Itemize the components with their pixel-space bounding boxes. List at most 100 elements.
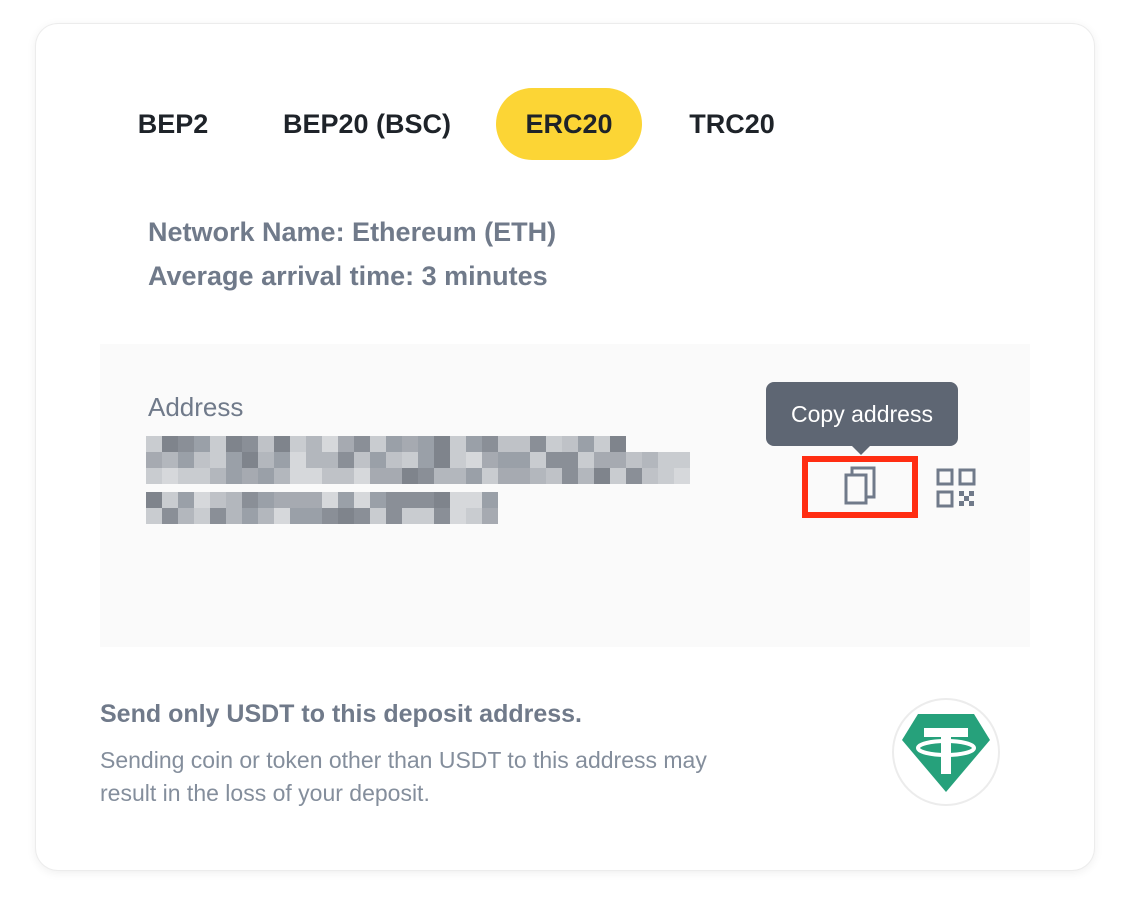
address-pixel <box>658 468 674 484</box>
address-pixel <box>386 452 402 468</box>
copy-address-button[interactable] <box>802 456 918 518</box>
address-pixel <box>194 452 210 468</box>
address-pixel <box>306 508 322 524</box>
address-pixel <box>194 436 210 452</box>
address-pixel <box>626 452 642 468</box>
address-pixel <box>178 452 194 468</box>
address-pixel <box>370 492 386 508</box>
address-pixel <box>562 452 578 468</box>
address-pixel <box>434 468 450 484</box>
address-pixel <box>498 468 514 484</box>
address-pixel <box>514 452 530 468</box>
address-pixel <box>242 468 258 484</box>
address-pixel <box>242 508 258 524</box>
address-pixel <box>370 436 386 452</box>
address-pixel <box>290 492 306 508</box>
address-pixel <box>226 508 242 524</box>
tab-trc20[interactable]: TRC20 <box>670 88 794 160</box>
address-pixel <box>370 508 386 524</box>
address-pixel <box>146 436 162 452</box>
address-pixel <box>306 452 322 468</box>
address-pixel <box>482 436 498 452</box>
address-pixel <box>178 492 194 508</box>
address-pixel <box>226 492 242 508</box>
address-pixel <box>562 436 578 452</box>
address-pixel <box>418 468 434 484</box>
address-pixel <box>354 452 370 468</box>
deposit-card: BEP2 BEP20 (BSC) ERC20 TRC20 Network Nam… <box>36 24 1094 870</box>
address-pixel <box>338 492 354 508</box>
address-pixel <box>370 468 386 484</box>
network-info: Network Name: Ethereum (ETH) Average arr… <box>148 210 556 298</box>
address-pixel <box>434 452 450 468</box>
address-pixel <box>434 492 450 508</box>
address-pixel <box>610 452 626 468</box>
address-pixel <box>210 468 226 484</box>
address-pixel <box>466 508 482 524</box>
address-pixel <box>178 508 194 524</box>
address-pixel <box>226 452 242 468</box>
address-pixel <box>322 436 338 452</box>
address-pixel <box>466 492 482 508</box>
address-pixel <box>642 452 658 468</box>
address-pixel <box>578 452 594 468</box>
warning-text: Sending coin or token other than USDT to… <box>100 747 707 806</box>
tab-bep20-bsc[interactable]: BEP20 (BSC) <box>268 88 466 160</box>
copy-address-tooltip: Copy address <box>766 382 958 455</box>
tab-erc20[interactable]: ERC20 <box>496 88 642 160</box>
address-pixel <box>578 436 594 452</box>
address-pixel <box>210 508 226 524</box>
address-pixel <box>354 508 370 524</box>
address-pixel <box>402 492 418 508</box>
address-pixel <box>402 436 418 452</box>
address-pixel <box>226 436 242 452</box>
address-pixel <box>594 436 610 452</box>
address-pixel <box>514 436 530 452</box>
arrival-time: Average arrival time: 3 minutes <box>148 261 548 291</box>
address-pixel <box>402 452 418 468</box>
address-panel: Address Copy address <box>100 344 1030 647</box>
address-pixel <box>354 468 370 484</box>
address-pixel <box>258 492 274 508</box>
address-pixel <box>306 468 322 484</box>
address-pixel <box>210 452 226 468</box>
address-pixel <box>322 452 338 468</box>
address-pixel <box>162 436 178 452</box>
address-pixel <box>386 508 402 524</box>
address-pixel <box>450 452 466 468</box>
address-pixel <box>482 508 498 524</box>
network-name: Network Name: Ethereum (ETH) <box>148 217 557 247</box>
warning-title: Send only USDT to this deposit address. <box>100 700 583 728</box>
address-pixel <box>594 468 610 484</box>
address-pixel <box>178 436 194 452</box>
address-pixel <box>162 492 178 508</box>
qr-code-button[interactable] <box>936 468 976 508</box>
address-pixel <box>450 468 466 484</box>
address-value-blurred <box>146 436 708 536</box>
address-pixel <box>354 492 370 508</box>
address-pixel <box>322 468 338 484</box>
address-pixel <box>546 468 562 484</box>
copy-icon <box>840 463 880 512</box>
address-pixel <box>178 468 194 484</box>
address-pixel <box>642 468 658 484</box>
tether-logo-icon <box>894 700 998 804</box>
address-pixel <box>338 452 354 468</box>
address-pixel <box>546 436 562 452</box>
address-pixel <box>274 452 290 468</box>
address-pixel <box>322 508 338 524</box>
address-pixel <box>466 468 482 484</box>
address-pixel <box>466 436 482 452</box>
address-pixel <box>242 492 258 508</box>
address-pixel <box>610 468 626 484</box>
address-pixel <box>146 508 162 524</box>
address-pixel <box>258 468 274 484</box>
address-label: Address <box>148 392 244 422</box>
address-pixel <box>386 492 402 508</box>
address-pixel <box>226 468 242 484</box>
address-pixel <box>418 508 434 524</box>
tab-bep2[interactable]: BEP2 <box>106 88 240 160</box>
address-pixel <box>322 492 338 508</box>
address-pixel <box>418 436 434 452</box>
address-pixel <box>162 452 178 468</box>
